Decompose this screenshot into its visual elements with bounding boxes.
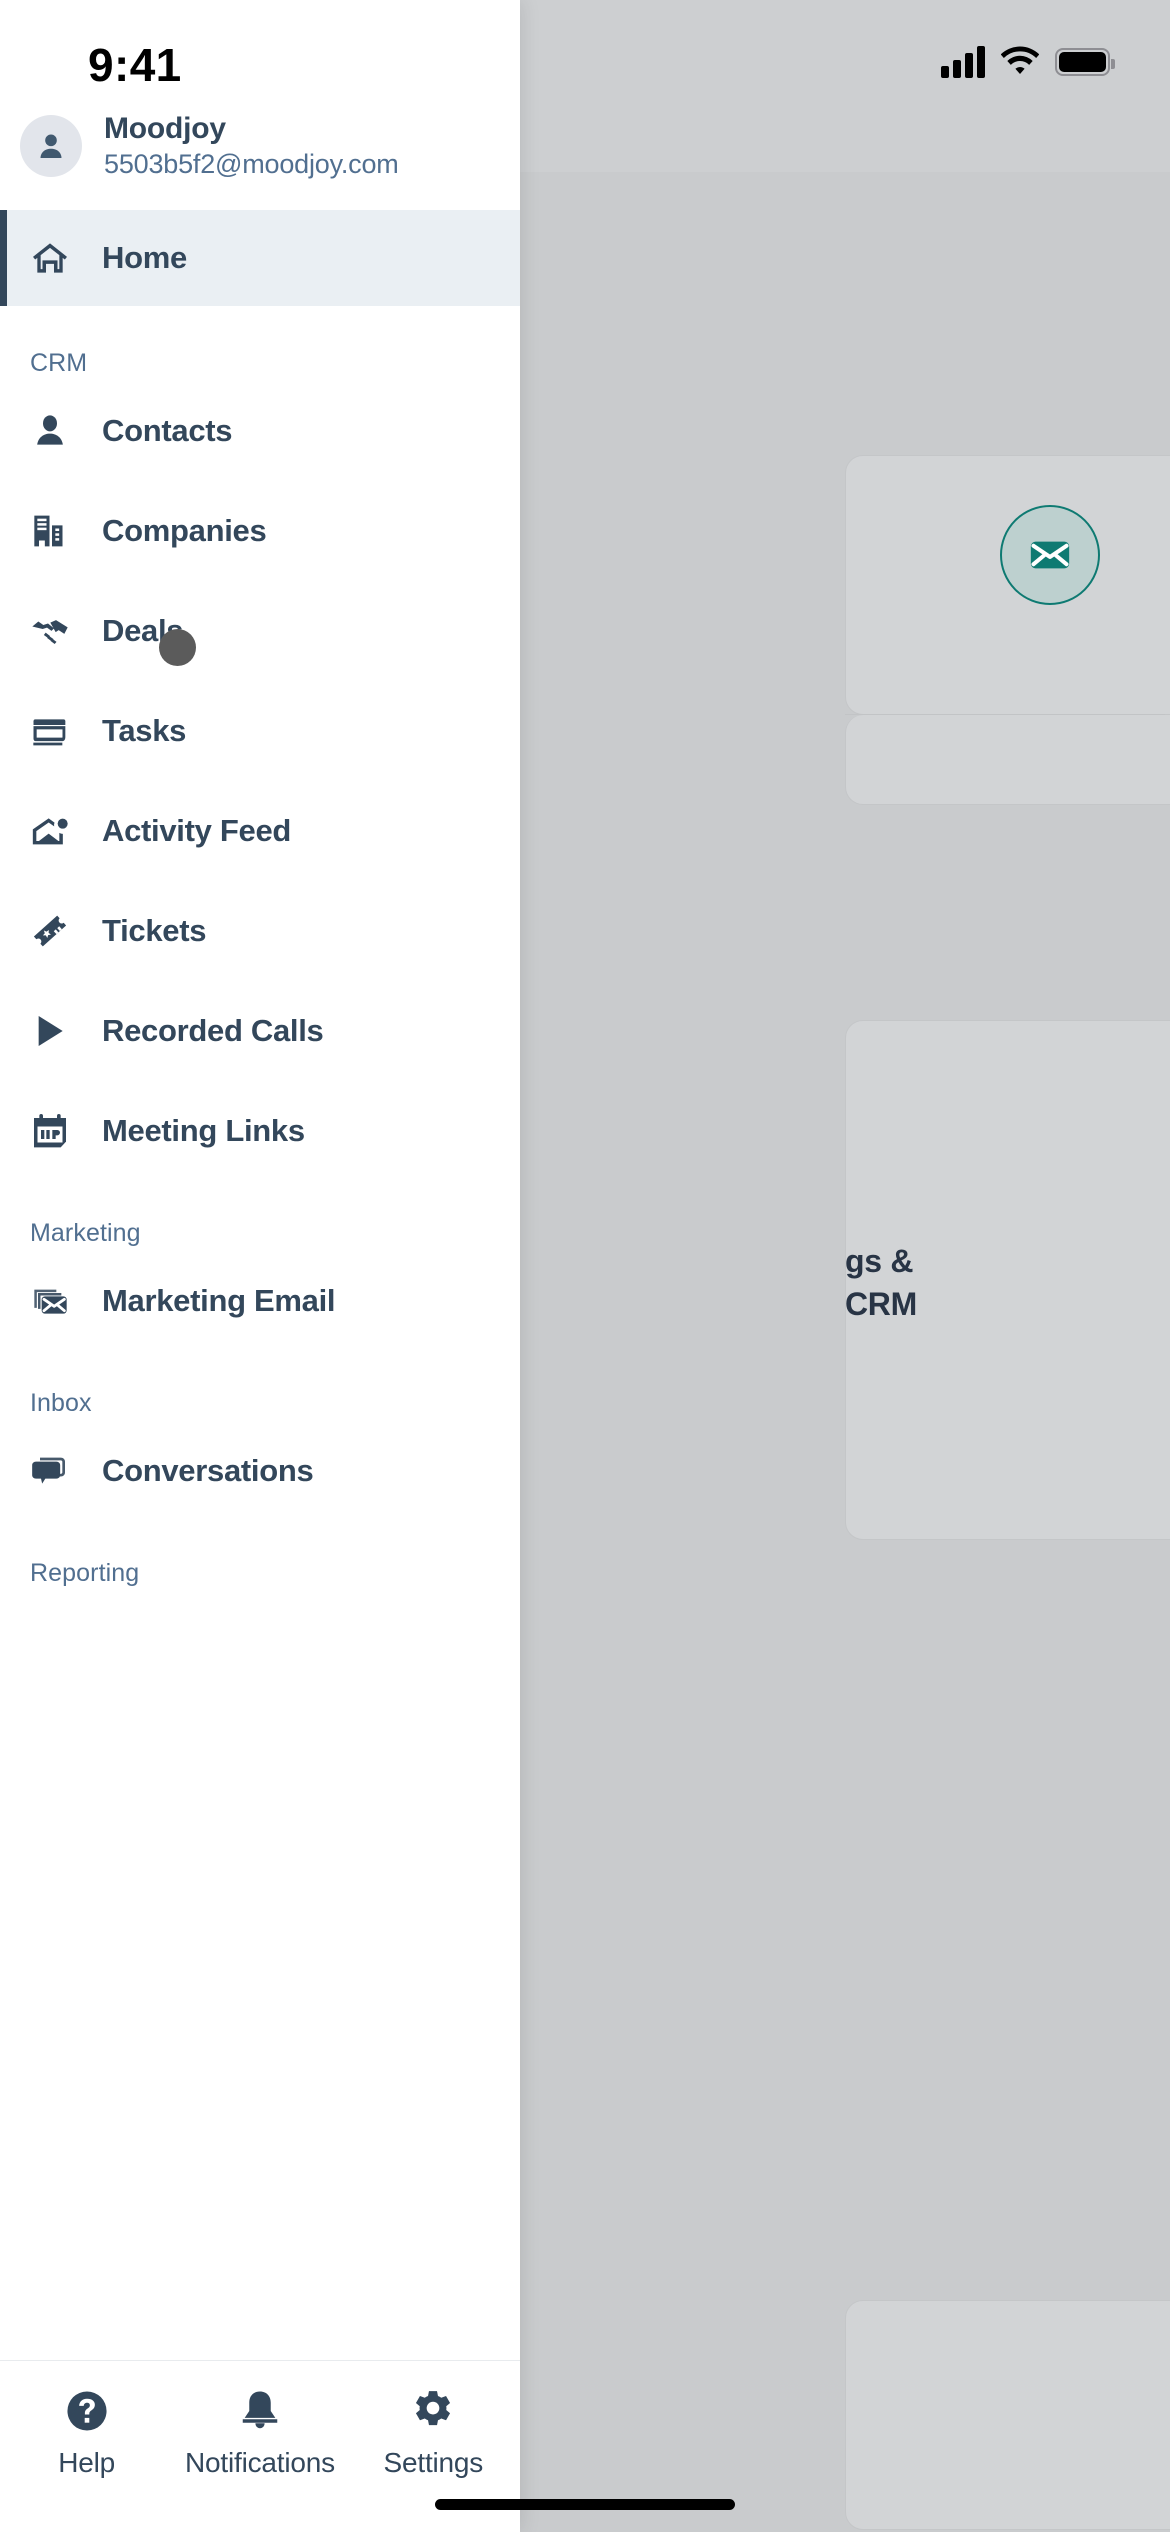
companies-building-icon xyxy=(28,509,72,553)
sidebar-section-crm: CRM Contacts Companies Deals Tasks Activ… xyxy=(0,348,520,1176)
avatar xyxy=(20,115,82,177)
sidebar-item-marketing-email-label: Marketing Email xyxy=(102,1283,336,1318)
home-indicator xyxy=(435,2499,735,2510)
sidebar-item-contacts-label: Contacts xyxy=(102,413,233,448)
background-card-divider xyxy=(845,714,1165,715)
section-header-inbox: Inbox xyxy=(30,1389,92,1417)
background-card-bottom xyxy=(845,2300,1170,2530)
bottom-bar-item-notifications-label: Notifications xyxy=(185,2447,335,2478)
sidebar-item-meeting-links-label: Meeting Links xyxy=(102,1113,305,1148)
envelope-icon xyxy=(1030,541,1070,569)
section-header-reporting: Reporting xyxy=(30,1559,140,1587)
gear-icon xyxy=(409,2387,457,2435)
home-icon xyxy=(28,236,72,280)
sidebar-item-conversations-label: Conversations xyxy=(102,1453,314,1488)
touch-point-indicator xyxy=(159,629,196,666)
sidebar-item-tasks-label: Tasks xyxy=(102,713,187,748)
user-avatar-icon xyxy=(40,134,62,159)
sidebar-section-inbox: Inbox Conversations xyxy=(0,1388,520,1516)
sidebar-item-recorded-calls-label: Recorded Calls xyxy=(102,1013,324,1048)
play-triangle-icon xyxy=(28,1009,72,1053)
bottom-bar-item-help-label: Help xyxy=(58,2447,116,2478)
sidebar-item-meeting-links[interactable]: Meeting Links xyxy=(0,1086,520,1176)
stacked-envelope-icon xyxy=(28,1279,72,1323)
sidebar-item-recorded-calls[interactable]: Recorded Calls xyxy=(0,986,520,1076)
sidebar-section-reporting: Reporting xyxy=(0,1558,520,1588)
sidebar-item-activity-feed-label: Activity Feed xyxy=(102,813,292,848)
bottom-bar-item-notifications[interactable]: Notifications xyxy=(185,2387,335,2479)
background-card-second xyxy=(845,715,1170,805)
sidebar-item-tickets[interactable]: Tickets xyxy=(0,886,520,976)
sidebar-item-tasks[interactable]: Tasks xyxy=(0,686,520,776)
bottom-bar-item-help[interactable]: Help xyxy=(12,2387,162,2479)
sidebar-item-deals[interactable]: Deals xyxy=(0,586,520,676)
account-profile-row[interactable]: Moodjoy 5503b5f2@moodjoy.com xyxy=(0,100,520,192)
chat-bubble-icon xyxy=(28,1449,72,1493)
sidebar-item-marketing-email[interactable]: Marketing Email xyxy=(0,1256,520,1346)
calendar-icon xyxy=(28,1109,72,1153)
navigation-drawer: Moodjoy 5503b5f2@moodjoy.com Home CRM Co… xyxy=(0,0,520,2532)
sidebar-item-contacts[interactable]: Contacts xyxy=(0,386,520,476)
drawer-scroll-area[interactable]: Moodjoy 5503b5f2@moodjoy.com Home CRM Co… xyxy=(0,0,520,2368)
account-name: Moodjoy xyxy=(104,111,226,145)
section-header-marketing: Marketing xyxy=(30,1219,141,1247)
background-mail-button[interactable] xyxy=(1000,505,1100,605)
bottom-bar-item-settings-label: Settings xyxy=(383,2447,484,2478)
sidebar-item-conversations[interactable]: Conversations xyxy=(0,1426,520,1516)
handshake-icon xyxy=(28,609,72,653)
sidebar-item-tickets-label: Tickets xyxy=(102,913,207,948)
sidebar-section-marketing: Marketing Marketing Email xyxy=(0,1218,520,1346)
sidebar-item-home-label: Home xyxy=(102,240,187,275)
sidebar-item-activity-feed[interactable]: Activity Feed xyxy=(0,786,520,876)
background-heading-line-2: CRM xyxy=(845,1286,917,1322)
contact-person-icon xyxy=(28,409,72,453)
bell-icon xyxy=(236,2387,284,2435)
tasks-notepad-icon xyxy=(28,709,72,753)
sidebar-item-companies-label: Companies xyxy=(102,513,267,548)
help-question-circle-icon xyxy=(63,2387,111,2435)
account-email: 5503b5f2@moodjoy.com xyxy=(104,149,399,180)
background-card-top xyxy=(845,455,1170,715)
sidebar-item-home[interactable]: Home xyxy=(0,210,520,306)
section-header-crm: CRM xyxy=(30,349,88,377)
sidebar-item-companies[interactable]: Companies xyxy=(0,486,520,576)
account-profile-text: Moodjoy 5503b5f2@moodjoy.com xyxy=(104,112,399,181)
background-heading-line-1: gs & xyxy=(845,1243,914,1279)
bottom-bar-item-settings[interactable]: Settings xyxy=(358,2387,508,2479)
mobile-screen: gs & CRM Moodjoy 5503b5f2@moodjoy.com Ho… xyxy=(0,0,1170,2532)
activity-feed-icon xyxy=(28,809,72,853)
ticket-icon xyxy=(28,909,72,953)
